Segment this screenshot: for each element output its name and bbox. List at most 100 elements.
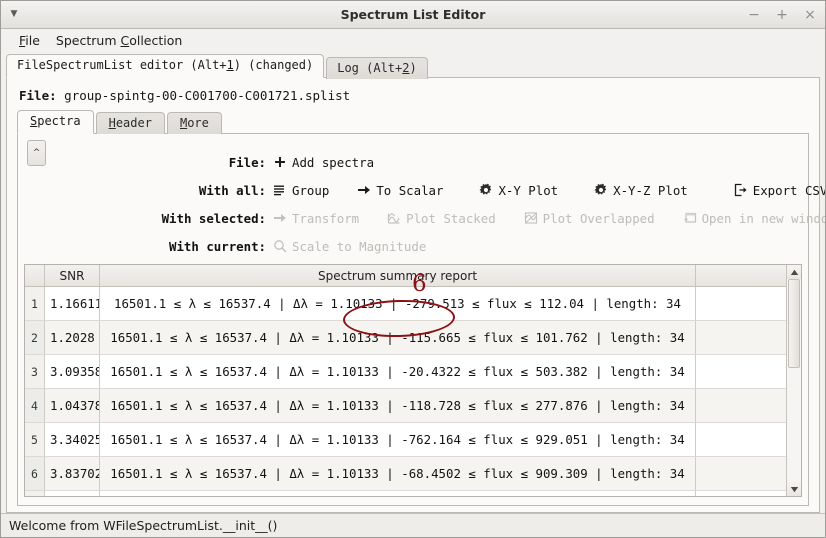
- cell-filler: [696, 423, 786, 456]
- cell-snr: 1.04378: [45, 389, 100, 422]
- scale-to-magnitude-button[interactable]: Scale to Magnitude: [273, 239, 426, 254]
- cell-report: 16501.1 ≤ λ ≤ 16537.4 | Δλ = 1.10133 | -…: [100, 457, 696, 490]
- spectra-panel: ^ 6 File: Add spectra With all: Group To…: [17, 134, 825, 506]
- window-title: Spectrum List Editor: [340, 7, 486, 22]
- action-row-with-all: With all: Group To Scalar X-Y Plot X-Y-Z…: [26, 176, 825, 204]
- close-button[interactable]: ×: [803, 8, 817, 22]
- action-row-with-all-label: With all:: [198, 182, 266, 198]
- cell-snr: 10.2763: [45, 491, 100, 496]
- add-spectra-button[interactable]: Add spectra: [273, 155, 374, 170]
- minimize-button[interactable]: −: [747, 8, 761, 22]
- scroll-up-button[interactable]: [787, 265, 801, 279]
- xyz-plot-label: X-Y-Z Plot: [613, 182, 688, 198]
- status-bar: Welcome from WFileSpectrumList.__init__(…: [1, 513, 825, 537]
- row-number: 6: [25, 457, 45, 490]
- action-row-with-selected-label: With selected:: [161, 210, 266, 226]
- application-window: ▼ Spectrum List Editor − + × File Spectr…: [0, 0, 826, 538]
- cell-report: 16501.1 ≤ λ ≤ 16537.4 | Δλ = 1.10133 | -…: [100, 389, 696, 422]
- action-row-with-selected: With selected: Transform Plot Stacked Pl…: [26, 204, 825, 232]
- plot-stacked-button[interactable]: Plot Stacked: [387, 211, 496, 226]
- plot-overlapped-label: Plot Overlapped: [542, 210, 655, 226]
- cell-snr: 3.34025: [45, 423, 100, 456]
- spectra-table: SNR Spectrum summary report 1 1.16611 16…: [24, 264, 802, 497]
- table-body: 1 1.16611 16501.1 ≤ λ ≤ 16537.4 | Δλ = 1…: [25, 287, 786, 496]
- file-path-value: group-spintg-00-C001700-C001721.splist: [64, 88, 351, 103]
- table-row[interactable]: 7 10.2763 16501.1 ≤ λ ≤ 16537.4 | Δλ = 1…: [25, 491, 786, 496]
- arrow-right-icon: [273, 211, 287, 225]
- new-window-icon: [683, 211, 697, 225]
- cell-report: 16501.1 ≤ λ ≤ 16537.4 | Δλ = 1.10133 | -…: [100, 287, 696, 320]
- window-controls: − + ×: [747, 8, 825, 22]
- to-scalar-label: To Scalar: [376, 182, 444, 198]
- outer-tab-strip: FileSpectrumList editor (Alt+1) (changed…: [6, 54, 820, 79]
- magnifier-icon: [273, 239, 287, 253]
- add-spectra-label: Add spectra: [292, 154, 375, 170]
- cell-filler: [696, 287, 786, 320]
- table-header-row: SNR Spectrum summary report: [25, 265, 786, 287]
- row-number: 5: [25, 423, 45, 456]
- menu-spectrum-collection[interactable]: Spectrum Collection: [48, 32, 190, 49]
- status-message: Welcome from WFileSpectrumList.__init__(…: [9, 518, 278, 533]
- tab-header[interactable]: Header: [95, 112, 165, 134]
- tab-log[interactable]: Log (Alt+2): [326, 57, 428, 79]
- cell-snr: 1.16611: [45, 287, 100, 320]
- scale-to-magnitude-label: Scale to Magnitude: [292, 238, 427, 254]
- group-button[interactable]: Group: [273, 183, 329, 198]
- table-row[interactable]: 4 1.04378 16501.1 ≤ λ ≤ 16537.4 | Δλ = 1…: [25, 389, 786, 423]
- row-number: 7: [25, 491, 45, 496]
- gear-icon: [594, 183, 608, 197]
- maximize-button[interactable]: +: [775, 8, 789, 22]
- table-row[interactable]: 6 3.83702 16501.1 ≤ λ ≤ 16537.4 | Δλ = 1…: [25, 457, 786, 491]
- tab-filespectrumlist-editor[interactable]: FileSpectrumList editor (Alt+1) (changed…: [6, 54, 325, 78]
- xy-plot-button[interactable]: X-Y Plot: [479, 183, 558, 198]
- group-label: Group: [292, 182, 330, 198]
- action-row-file-label: File:: [228, 154, 266, 170]
- cell-report: 16501.1 ≤ λ ≤ 16537.4 | Δλ = 1.10133 | -…: [100, 355, 696, 388]
- cell-report: 16501.1 ≤ λ ≤ 16537.4 | Δλ = 1.10133 | -…: [100, 321, 696, 354]
- table-row[interactable]: 5 3.34025 16501.1 ≤ λ ≤ 16537.4 | Δλ = 1…: [25, 423, 786, 457]
- action-row-file: File: Add spectra: [26, 148, 802, 176]
- row-number: 3: [25, 355, 45, 388]
- file-path-line: File: group-spintg-00-C001700-C001721.sp…: [19, 88, 809, 103]
- export-csv-button[interactable]: Export CSV: [734, 182, 826, 198]
- plus-icon: [273, 155, 287, 169]
- title-bar: ▼ Spectrum List Editor − + ×: [1, 1, 825, 29]
- plot-overlapped-button[interactable]: Plot Overlapped: [524, 211, 655, 226]
- open-in-new-window-label: Open in new window: [701, 210, 826, 226]
- xyz-plot-button[interactable]: X-Y-Z Plot: [594, 183, 688, 198]
- table-header-snr[interactable]: SNR: [45, 265, 100, 286]
- spectra-table-body-area: SNR Spectrum summary report 1 1.16611 16…: [25, 265, 786, 496]
- tab-more[interactable]: More: [166, 112, 222, 134]
- cell-filler: [696, 457, 786, 490]
- to-scalar-button[interactable]: To Scalar: [357, 183, 443, 198]
- table-header-report[interactable]: Spectrum summary report: [100, 265, 696, 286]
- menu-file[interactable]: File: [11, 32, 48, 49]
- table-vertical-scrollbar[interactable]: [786, 265, 801, 496]
- arrow-right-icon: [357, 183, 371, 197]
- cell-snr: 3.09358: [45, 355, 100, 388]
- overlapped-plot-icon: [524, 211, 538, 225]
- table-header-filler: [696, 265, 786, 286]
- cell-report: 16501.1 ≤ λ ≤ 16537.4 | Δλ = 1.10133 | -…: [100, 423, 696, 456]
- cell-filler: [696, 355, 786, 388]
- export-csv-label: Export CSV: [752, 182, 826, 198]
- cell-snr: 3.83702: [45, 457, 100, 490]
- window-menu-icon[interactable]: ▼: [1, 10, 27, 19]
- scroll-down-button[interactable]: [787, 482, 801, 496]
- table-row[interactable]: 2 1.2028 16501.1 ≤ λ ≤ 16537.4 | Δλ = 1.…: [25, 321, 786, 355]
- action-rows: File: Add spectra With all: Group To Sca…: [24, 148, 825, 260]
- scrollbar-track[interactable]: [787, 279, 801, 482]
- table-row[interactable]: 1 1.16611 16501.1 ≤ λ ≤ 16537.4 | Δλ = 1…: [25, 287, 786, 321]
- stacked-plot-icon: [387, 211, 401, 225]
- list-lines-icon: [273, 183, 287, 197]
- inner-tab-strip: Spectra Header More: [17, 110, 809, 134]
- action-row-with-current-label: With current:: [169, 238, 266, 254]
- gear-icon: [479, 183, 493, 197]
- open-in-new-window-button[interactable]: Open in new window: [683, 210, 826, 226]
- outer-notebook: FileSpectrumList editor (Alt+1) (changed…: [6, 54, 825, 513]
- tab-spectra[interactable]: Spectra: [17, 110, 94, 134]
- scrollbar-thumb[interactable]: [788, 279, 800, 369]
- transform-button[interactable]: Transform: [273, 211, 359, 226]
- table-header-corner[interactable]: [25, 265, 45, 286]
- table-row[interactable]: 3 3.09358 16501.1 ≤ λ ≤ 16537.4 | Δλ = 1…: [25, 355, 786, 389]
